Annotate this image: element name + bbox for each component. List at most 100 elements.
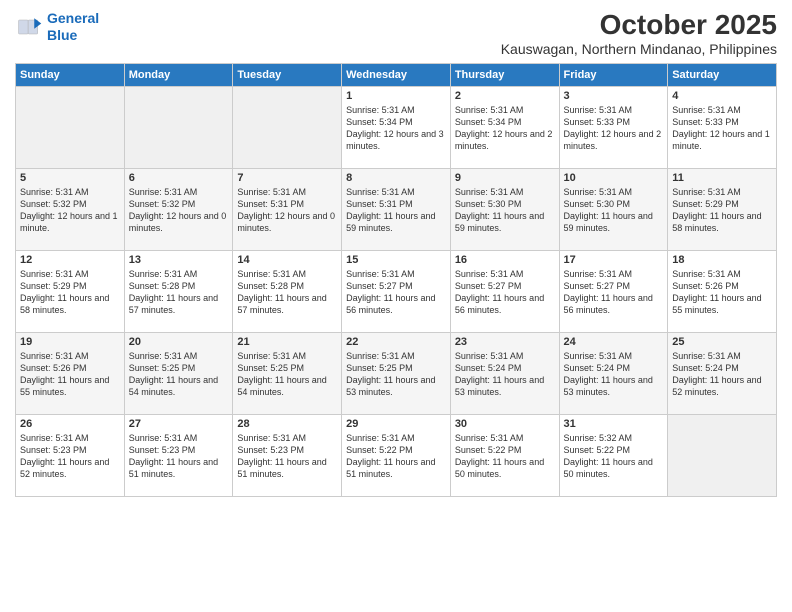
day-number: 18	[672, 254, 772, 266]
calendar-cell: 29Sunrise: 5:31 AM Sunset: 5:22 PM Dayli…	[342, 414, 451, 496]
day-number: 23	[455, 336, 555, 348]
day-number: 7	[237, 172, 337, 184]
day-info: Sunrise: 5:31 AM Sunset: 5:23 PM Dayligh…	[237, 432, 337, 481]
day-info: Sunrise: 5:31 AM Sunset: 5:34 PM Dayligh…	[455, 104, 555, 153]
day-number: 5	[20, 172, 120, 184]
calendar-cell: 12Sunrise: 5:31 AM Sunset: 5:29 PM Dayli…	[16, 250, 125, 332]
calendar-cell: 5 Sunrise: 5:31 AM Sunset: 5:32 PM Daylig…	[16, 168, 125, 250]
day-number: 19	[20, 336, 120, 348]
title-block: October 2025 Kauswagan, Northern Mindana…	[501, 10, 777, 57]
calendar-cell: 31 Sunrise: 5:32 AM Sunset: 5:22 PM Dayli…	[559, 414, 668, 496]
day-info: Sunrise: 5:31 AM Sunset: 5:22 PM Dayligh…	[346, 432, 446, 481]
day-number: 6	[129, 172, 229, 184]
day-number: 28	[237, 418, 337, 430]
calendar-cell: 15Sunrise: 5:31 AM Sunset: 5:27 PM Dayli…	[342, 250, 451, 332]
calendar-cell	[124, 86, 233, 168]
calendar-table: Sunday Monday Tuesday Wednesday Thursday…	[15, 63, 777, 497]
day-info: Sunrise: 5:31 AM Sunset: 5:23 PM Dayligh…	[20, 432, 120, 481]
day-number: 9	[455, 172, 555, 184]
logo: General Blue	[15, 10, 99, 44]
day-number: 2	[455, 90, 555, 102]
calendar-cell: 18 Sunrise: 5:31 AM Sunset: 5:26 PM Dayli…	[668, 250, 777, 332]
day-info: Sunrise: 5:31 AM Sunset: 5:27 PM Dayligh…	[346, 268, 446, 317]
calendar-cell: 14 Sunrise: 5:31 AM Sunset: 5:28 PM Dayli…	[233, 250, 342, 332]
col-tuesday: Tuesday	[233, 63, 342, 86]
day-info: Sunrise: 5:31 AM Sunset: 5:31 PM Dayligh…	[237, 186, 337, 235]
calendar-cell: 24 Sunrise: 5:31 AM Sunset: 5:24 PM Dayli…	[559, 332, 668, 414]
calendar-cell: 3Sunrise: 5:31 AM Sunset: 5:33 PM Daylig…	[559, 86, 668, 168]
col-thursday: Thursday	[450, 63, 559, 86]
calendar-cell: 6 Sunrise: 5:31 AM Sunset: 5:32 PM Daylig…	[124, 168, 233, 250]
day-number: 14	[237, 254, 337, 266]
calendar-cell: 23 Sunrise: 5:31 AM Sunset: 5:24 PM Dayli…	[450, 332, 559, 414]
day-info: Sunrise: 5:31 AM Sunset: 5:33 PM Dayligh…	[672, 104, 772, 153]
day-number: 3	[564, 90, 664, 102]
day-number: 1	[346, 90, 446, 102]
day-number: 11	[672, 172, 772, 184]
week-row-2: 12Sunrise: 5:31 AM Sunset: 5:29 PM Dayli…	[16, 250, 777, 332]
calendar-cell: 7 Sunrise: 5:31 AM Sunset: 5:31 PM Daylig…	[233, 168, 342, 250]
day-number: 26	[20, 418, 120, 430]
day-info: Sunrise: 5:31 AM Sunset: 5:25 PM Dayligh…	[237, 350, 337, 399]
day-info: Sunrise: 5:31 AM Sunset: 5:31 PM Dayligh…	[346, 186, 446, 235]
day-info: Sunrise: 5:31 AM Sunset: 5:26 PM Dayligh…	[20, 350, 120, 399]
calendar-cell: 13Sunrise: 5:31 AM Sunset: 5:28 PM Dayli…	[124, 250, 233, 332]
day-info: Sunrise: 5:31 AM Sunset: 5:26 PM Dayligh…	[672, 268, 772, 317]
day-info: Sunrise: 5:31 AM Sunset: 5:30 PM Dayligh…	[455, 186, 555, 235]
day-number: 8	[346, 172, 446, 184]
day-info: Sunrise: 5:31 AM Sunset: 5:32 PM Dayligh…	[129, 186, 229, 235]
day-info: Sunrise: 5:31 AM Sunset: 5:28 PM Dayligh…	[237, 268, 337, 317]
calendar-cell: 16 Sunrise: 5:31 AM Sunset: 5:27 PM Dayli…	[450, 250, 559, 332]
week-row-3: 19 Sunrise: 5:31 AM Sunset: 5:26 PM Dayli…	[16, 332, 777, 414]
day-info: Sunrise: 5:31 AM Sunset: 5:24 PM Dayligh…	[672, 350, 772, 399]
calendar-cell	[16, 86, 125, 168]
day-info: Sunrise: 5:31 AM Sunset: 5:30 PM Dayligh…	[564, 186, 664, 235]
location-title: Kauswagan, Northern Mindanao, Philippine…	[501, 41, 777, 57]
day-number: 10	[564, 172, 664, 184]
calendar-cell: 20Sunrise: 5:31 AM Sunset: 5:25 PM Dayli…	[124, 332, 233, 414]
week-row-4: 26 Sunrise: 5:31 AM Sunset: 5:23 PM Dayli…	[16, 414, 777, 496]
day-number: 27	[129, 418, 229, 430]
logo-line2: Blue	[47, 27, 99, 44]
day-number: 16	[455, 254, 555, 266]
calendar-cell	[233, 86, 342, 168]
day-info: Sunrise: 5:32 AM Sunset: 5:22 PM Dayligh…	[564, 432, 664, 481]
logo-text: General Blue	[47, 10, 99, 44]
logo-icon	[15, 13, 43, 41]
logo-line1: General	[47, 10, 99, 26]
col-monday: Monday	[124, 63, 233, 86]
day-number: 20	[129, 336, 229, 348]
calendar-cell: 26 Sunrise: 5:31 AM Sunset: 5:23 PM Dayli…	[16, 414, 125, 496]
day-number: 21	[237, 336, 337, 348]
day-info: Sunrise: 5:31 AM Sunset: 5:34 PM Dayligh…	[346, 104, 446, 153]
day-number: 22	[346, 336, 446, 348]
calendar-cell: 25 Sunrise: 5:31 AM Sunset: 5:24 PM Dayli…	[668, 332, 777, 414]
day-number: 4	[672, 90, 772, 102]
day-number: 25	[672, 336, 772, 348]
day-number: 24	[564, 336, 664, 348]
day-info: Sunrise: 5:31 AM Sunset: 5:24 PM Dayligh…	[455, 350, 555, 399]
calendar-cell: 28 Sunrise: 5:31 AM Sunset: 5:23 PM Dayli…	[233, 414, 342, 496]
day-number: 31	[564, 418, 664, 430]
calendar-cell: 1 Sunrise: 5:31 AM Sunset: 5:34 PM Daylig…	[342, 86, 451, 168]
day-number: 13	[129, 254, 229, 266]
col-saturday: Saturday	[668, 63, 777, 86]
day-info: Sunrise: 5:31 AM Sunset: 5:22 PM Dayligh…	[455, 432, 555, 481]
day-info: Sunrise: 5:31 AM Sunset: 5:32 PM Dayligh…	[20, 186, 120, 235]
day-info: Sunrise: 5:31 AM Sunset: 5:27 PM Dayligh…	[455, 268, 555, 317]
day-info: Sunrise: 5:31 AM Sunset: 5:23 PM Dayligh…	[129, 432, 229, 481]
week-row-0: 1 Sunrise: 5:31 AM Sunset: 5:34 PM Daylig…	[16, 86, 777, 168]
calendar-cell: 27 Sunrise: 5:31 AM Sunset: 5:23 PM Dayli…	[124, 414, 233, 496]
day-number: 30	[455, 418, 555, 430]
day-number: 17	[564, 254, 664, 266]
day-number: 12	[20, 254, 120, 266]
header-row: Sunday Monday Tuesday Wednesday Thursday…	[16, 63, 777, 86]
day-info: Sunrise: 5:31 AM Sunset: 5:24 PM Dayligh…	[564, 350, 664, 399]
day-info: Sunrise: 5:31 AM Sunset: 5:27 PM Dayligh…	[564, 268, 664, 317]
calendar-cell: 19 Sunrise: 5:31 AM Sunset: 5:26 PM Dayli…	[16, 332, 125, 414]
week-row-1: 5 Sunrise: 5:31 AM Sunset: 5:32 PM Daylig…	[16, 168, 777, 250]
col-wednesday: Wednesday	[342, 63, 451, 86]
calendar-cell	[668, 414, 777, 496]
calendar-cell: 10 Sunrise: 5:31 AM Sunset: 5:30 PM Dayli…	[559, 168, 668, 250]
calendar-cell: 21 Sunrise: 5:31 AM Sunset: 5:25 PM Dayli…	[233, 332, 342, 414]
